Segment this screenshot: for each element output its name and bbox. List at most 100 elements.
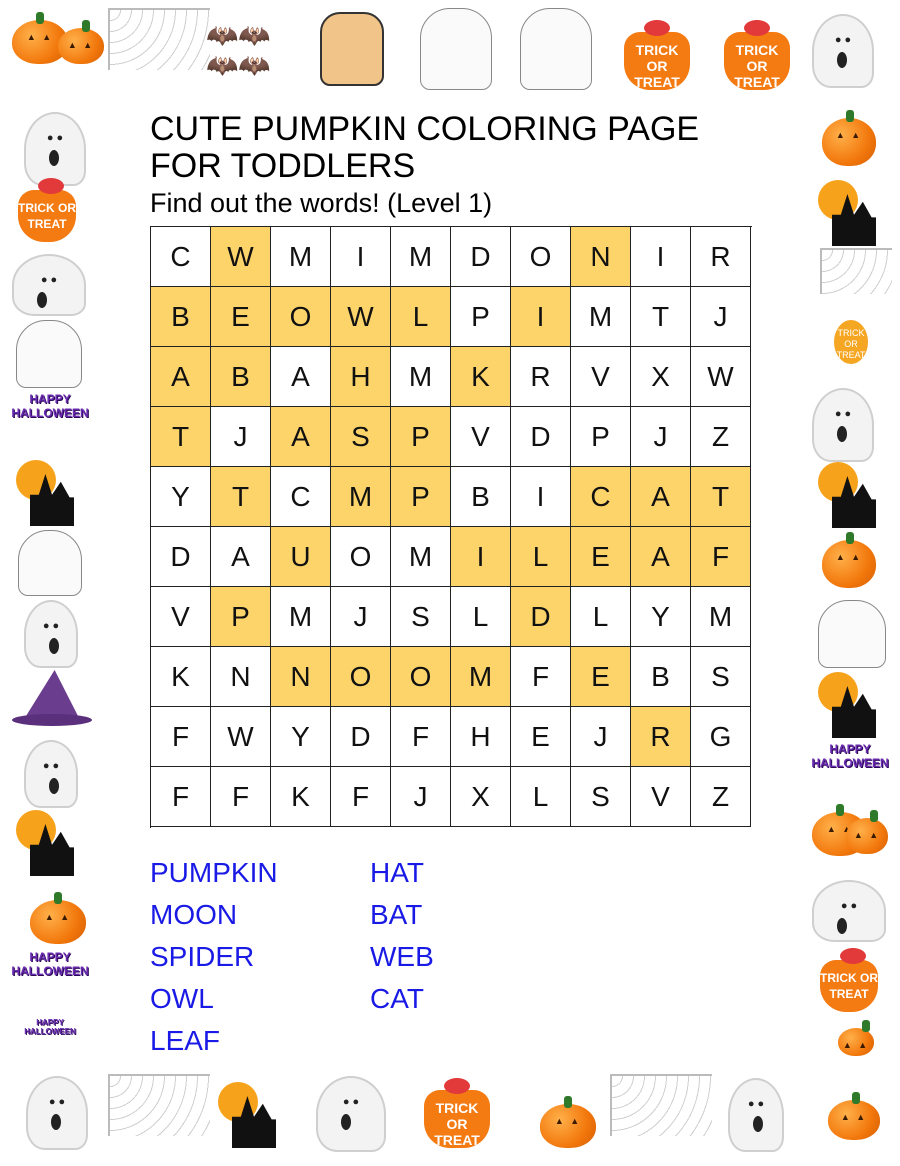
grid-cell: M (391, 527, 451, 587)
ghost-icon (26, 1076, 88, 1150)
grid-cell: F (151, 767, 211, 827)
grid-cell: A (271, 407, 331, 467)
grid-cell: C (571, 467, 631, 527)
grid-cell: J (631, 407, 691, 467)
grid-cell: V (451, 407, 511, 467)
grid-cell: F (511, 647, 571, 707)
word-list-item: MOON (150, 899, 238, 930)
word-list-item: PUMPKIN (150, 857, 278, 888)
haunted-house-icon (218, 1082, 278, 1148)
grid-cell: I (631, 227, 691, 287)
ghost-cat-pumpkin-icon (540, 1096, 596, 1148)
ghost-cat-pumpkin-icon (30, 892, 86, 944)
word-list-item: SPIDER (150, 941, 255, 972)
grid-cell: R (631, 707, 691, 767)
page-title: CUTE PUMPKIN COLORING PAGE FOR TODDLERS (150, 110, 700, 185)
pumpkin-icon (822, 110, 876, 166)
witch-hat-icon (12, 670, 92, 730)
spiderweb-icon (610, 1074, 712, 1136)
grid-cell: J (211, 407, 271, 467)
grid-cell: O (511, 227, 571, 287)
grid-cell: D (511, 587, 571, 647)
grid-cell: O (271, 287, 331, 347)
grid-cell: P (211, 587, 271, 647)
skeleton-sketch-icon (420, 8, 492, 90)
ghost-icon (812, 388, 874, 462)
grid-cell: P (391, 467, 451, 527)
grid-cell: Z (691, 407, 751, 467)
grid-cell: G (691, 707, 751, 767)
grid-cell: B (631, 647, 691, 707)
ghost-icon (24, 600, 78, 668)
grid-cell: M (331, 467, 391, 527)
grid-cell: E (571, 527, 631, 587)
ghost-icon (812, 14, 874, 88)
haunted-house-icon (818, 180, 878, 246)
grid-cell: T (211, 467, 271, 527)
grid-cell: F (391, 707, 451, 767)
grid-cell: N (211, 647, 271, 707)
grid-cell: P (571, 407, 631, 467)
grid-cell: J (691, 287, 751, 347)
grid-cell: W (211, 227, 271, 287)
happy-halloween-icon: HAPPY HALLOWEEN (11, 392, 89, 420)
grid-cell: C (271, 467, 331, 527)
grid-cell: J (331, 587, 391, 647)
bats-icon: 🦇🦇 🦇🦇 (206, 20, 271, 80)
grid-cell: W (331, 287, 391, 347)
happy-halloween-icon: HAPPY HALLOWEEN (11, 950, 89, 978)
grid-cell: I (511, 287, 571, 347)
grid-cell: M (271, 587, 331, 647)
grid-cell: J (391, 767, 451, 827)
grid-cell: E (571, 647, 631, 707)
grid-cell: T (631, 287, 691, 347)
ghost-icon (316, 1076, 386, 1152)
grid-cell: F (211, 767, 271, 827)
pumpkin-icon (846, 810, 888, 854)
witch-sketch-icon (16, 320, 82, 388)
word-list-item: LEAF (150, 1025, 221, 1056)
grid-cell: S (571, 767, 631, 827)
grid-cell: D (151, 527, 211, 587)
grid-cell: L (391, 287, 451, 347)
grid-cell: V (571, 347, 631, 407)
grid-cell: M (451, 647, 511, 707)
grid-cell: M (691, 587, 751, 647)
ghost-icon (24, 112, 86, 186)
spiderweb-icon (820, 248, 892, 294)
grid-cell: I (451, 527, 511, 587)
grid-cell: D (451, 227, 511, 287)
grid-cell: K (451, 347, 511, 407)
grid-cell: L (511, 527, 571, 587)
grid-cell: H (451, 707, 511, 767)
ghost-cat-pumpkin-icon (838, 1020, 874, 1056)
grid-cell: L (451, 587, 511, 647)
word-list: PUMPKIN HAT MOON BAT SPIDER WEB OWL CAT … (150, 855, 590, 1065)
grid-cell: M (571, 287, 631, 347)
grid-cell: B (211, 347, 271, 407)
grid-cell: Y (631, 587, 691, 647)
haunted-house-icon (16, 810, 76, 876)
trick-or-treat-bucket-icon: TRICK OR TREAT (724, 20, 790, 90)
grid-cell: A (271, 347, 331, 407)
word-list-item: OWL (150, 983, 214, 1014)
grid-cell: Z (691, 767, 751, 827)
grid-cell: J (571, 707, 631, 767)
witch-sketch-icon (18, 530, 82, 596)
grid-cell: H (331, 347, 391, 407)
witch-sketch-icon (520, 8, 592, 90)
witch-sketch-icon (818, 600, 886, 668)
coloring-page: 🦇🦇🦇🦇 TRICK OR TREAT TRICK OR TREAT TRICK… (0, 0, 900, 1166)
grid-cell: X (451, 767, 511, 827)
word-list-item: WEB (370, 941, 434, 972)
grid-cell: U (271, 527, 331, 587)
grid-cell: K (151, 647, 211, 707)
grid-cell: M (271, 227, 331, 287)
grid-cell: Y (271, 707, 331, 767)
word-list-item: HAT (370, 857, 424, 888)
ghost-icon (24, 740, 78, 808)
ghost-cat-pumpkin-icon (828, 1092, 880, 1140)
grid-cell: S (691, 647, 751, 707)
grid-cell: E (511, 707, 571, 767)
grid-cell: K (271, 767, 331, 827)
